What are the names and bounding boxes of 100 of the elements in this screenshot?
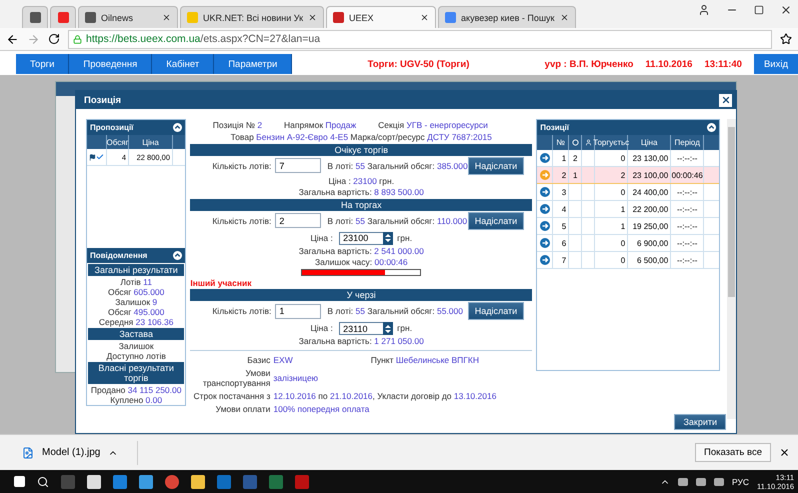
reload-icon[interactable] — [48, 33, 60, 45]
spinner-button[interactable] — [383, 322, 394, 335]
profile-icon[interactable] — [698, 4, 710, 16]
nav-button[interactable]: Параметри — [214, 54, 292, 74]
back-icon[interactable] — [6, 32, 19, 46]
show-all-button[interactable]: Показать все — [695, 443, 771, 462]
lots-input[interactable]: 2 — [275, 213, 322, 228]
collapse-icon[interactable] — [707, 123, 716, 132]
field-value: Бензин А-92-Євро 4-Е5 — [256, 131, 348, 143]
download-item[interactable]: Model (1).jpg — [22, 440, 138, 464]
block-title: Застава — [88, 328, 184, 340]
nav-button[interactable]: Проведення — [69, 54, 152, 74]
field-label: Загальний обсяг: — [366, 160, 436, 171]
table-row[interactable]: 1 2 0 23 130,00 --:--:-- — [537, 150, 720, 167]
field-value: 13.10.2016 — [454, 391, 496, 401]
check-icon — [96, 153, 104, 161]
field-value: 110.000 — [436, 216, 468, 226]
address-field[interactable]: https://bets.ueex.com.ua/ets.aspx?CN=27&lan=ua — [68, 30, 772, 48]
table-cell: 1 — [595, 201, 628, 217]
search-icon[interactable] — [37, 476, 49, 488]
close-button[interactable] — [719, 94, 732, 106]
table-cell: 7 — [553, 252, 570, 268]
close-icon[interactable] — [162, 13, 171, 22]
arrow-icon[interactable] — [540, 153, 550, 163]
pinned-tab[interactable] — [50, 6, 76, 28]
table-cell: --:--:-- — [671, 184, 704, 200]
field-value: 55 — [356, 160, 365, 171]
browser-tab[interactable]: UKR.NET: Всі новини Ук — [180, 6, 324, 28]
collapse-icon[interactable] — [173, 123, 182, 132]
field-label: Ціна : — [310, 323, 334, 334]
nav-button[interactable]: Кабінет — [152, 54, 214, 74]
field-label: Залишок часу: — [314, 256, 374, 268]
close-icon — [720, 95, 730, 105]
field-value: 55.000 — [436, 306, 463, 316]
field-value: Шебелинське ВПГКН — [396, 355, 479, 365]
lots-input[interactable]: 7 — [275, 158, 322, 174]
table-row[interactable]: 3 0 24 400,00 --:--:-- — [537, 184, 720, 201]
field-label: Товар — [230, 131, 255, 143]
section-header: У черзі — [190, 289, 532, 302]
field-label: Продано — [90, 385, 126, 395]
field-label: Загальний обсяг: — [366, 306, 436, 316]
close-icon[interactable] — [780, 4, 792, 16]
field-label: Позиція № — [212, 119, 256, 131]
browser-tab[interactable]: UEEX — [326, 6, 436, 28]
browser-tab[interactable]: Oilnews — [78, 6, 178, 28]
arrow-icon[interactable] — [540, 238, 550, 248]
arrow-icon[interactable] — [540, 204, 550, 214]
field-label: , Укласти договір до — [372, 391, 453, 401]
field-label: Загальна вартість: — [298, 246, 373, 257]
table-cell: 0 — [595, 150, 628, 166]
field-label: по — [317, 391, 329, 401]
maximize-icon[interactable] — [754, 5, 764, 15]
collapse-icon[interactable] — [173, 251, 182, 260]
table-cell: 2 — [553, 167, 570, 183]
field-value: залізницею — [273, 373, 318, 383]
table-row[interactable]: 7 0 6 500,00 --:--:-- — [537, 252, 720, 269]
field-value: ДСТУ 7687:2015 — [427, 131, 492, 143]
exit-button[interactable]: Вихід — [754, 54, 798, 74]
field-value: 100% попередня оплата — [273, 404, 370, 414]
field-label: Кількість лотів: — [212, 160, 272, 171]
language-indicator[interactable]: РУС — [732, 476, 750, 486]
table-cell: 24 400,00 — [628, 184, 672, 200]
table-row[interactable]: 6 0 6 900,00 --:--:-- — [537, 235, 720, 252]
close-icon[interactable] — [560, 13, 568, 22]
favicon-icon — [333, 12, 344, 23]
table-cell: 6 500,00 — [628, 252, 672, 268]
field-label: Загальна вартість: — [298, 336, 373, 347]
field-label: Куплено — [110, 395, 144, 405]
time-text: 13:11:40 — [704, 58, 742, 70]
field-value: Продаж — [325, 119, 356, 131]
field-value: 55 — [356, 306, 365, 316]
close-icon[interactable] — [308, 13, 318, 22]
spinner-button[interactable] — [383, 232, 394, 245]
browser-tab[interactable]: акувезер киев - Пошук — [438, 6, 576, 28]
nav-button[interactable]: Торги — [16, 54, 70, 74]
field-value: 11 — [143, 277, 152, 287]
field-label: В лоті: — [327, 216, 354, 226]
send-button[interactable]: Надіслати — [468, 212, 524, 230]
field-label: Кількість лотів: — [212, 306, 272, 316]
send-button[interactable]: Надіслати — [468, 156, 524, 175]
arrow-icon[interactable] — [540, 221, 550, 231]
table-row[interactable]: 2 1 2 23 100,00 00:00:46 — [537, 167, 720, 184]
table-cell: 3 — [553, 184, 570, 200]
arrow-icon[interactable] — [540, 187, 550, 197]
field-value: 00:00:46 — [374, 256, 408, 268]
table-row[interactable]: 4 1 22 200,00 --:--:-- — [537, 201, 720, 218]
field-label: Марка/сорт/ресурс — [349, 131, 426, 143]
arrow-icon[interactable] — [540, 255, 550, 265]
favicon-icon — [30, 12, 40, 23]
table-cell: --:--:-- — [671, 150, 704, 166]
close-button[interactable]: Закрити — [674, 414, 726, 430]
pinned-tab[interactable] — [22, 6, 48, 28]
field-value: 0.00 — [146, 395, 162, 405]
lots-input[interactable]: 1 — [275, 304, 322, 319]
close-icon[interactable] — [420, 13, 430, 22]
close-icon[interactable] — [779, 447, 790, 458]
field-label: грн. — [397, 232, 412, 244]
table-row[interactable]: 5 1 19 250,00 --:--:-- — [537, 218, 720, 235]
bookmark-icon[interactable] — [780, 33, 792, 45]
send-button[interactable]: Надіслати — [468, 302, 524, 320]
